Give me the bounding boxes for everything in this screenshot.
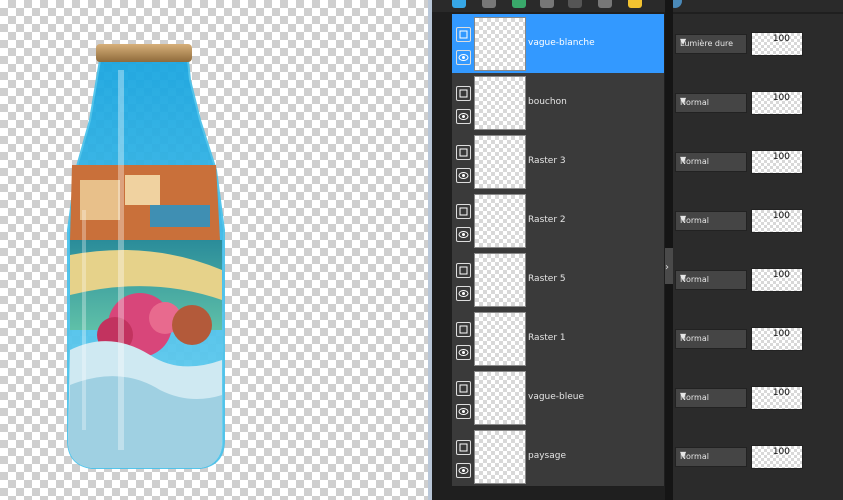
opacity-field[interactable]: 100 [751,91,803,115]
opacity-field[interactable]: 100 [751,386,803,410]
layer-props-row: Normal ▼ 100 [673,250,843,309]
layer-name[interactable]: Raster 1 [528,333,566,343]
opacity-value: 100 [772,388,790,398]
opacity-value: 100 [772,93,790,103]
chevron-down-icon: ▼ [680,37,687,46]
layer-thumbnail [474,76,526,130]
layer-row-raster-5[interactable]: Raster 5 [452,250,664,310]
opacity-field[interactable]: 100 [751,150,803,174]
chevron-down-icon: ▼ [680,332,687,341]
opacity-field[interactable]: 100 [751,209,803,233]
layer-row-raster-1[interactable]: Raster 1 [452,309,664,369]
link-icon[interactable] [598,0,612,8]
layer-lock-icon[interactable] [456,263,471,278]
layer-lock-icon[interactable] [456,27,471,42]
layer-name[interactable]: vague-blanche [528,38,595,48]
layer-list: vague-blanche bouchon Raster 3 Raster 2 … [452,14,664,500]
layer-lock-icon[interactable] [456,145,471,160]
opacity-value: 100 [772,270,790,280]
opacity-value: 100 [772,329,790,339]
layer-lock-icon[interactable] [456,204,471,219]
layer-thumbnail [474,312,526,366]
layer-name[interactable]: bouchon [528,97,567,107]
layer-props-row: Normal ▼ 100 [673,368,843,427]
opacity-value: 100 [772,152,790,162]
layer-row-vague-blanche[interactable]: vague-blanche [452,14,664,74]
layer-row-vague-bleue[interactable]: vague-bleue [452,368,664,428]
layer-name[interactable]: Raster 2 [528,215,566,225]
layer-lock-icon[interactable] [456,86,471,101]
blend-mode-dropdown[interactable]: Normal ▼ [675,388,747,408]
opacity-field[interactable]: 100 [751,268,803,292]
layer-props-row: Normal ▼ 100 [673,309,843,368]
image-canvas[interactable] [0,0,428,500]
layer-props-row: Lumière dure ▼ 100 [673,14,843,73]
layer-props-row: Normal ▼ 100 [673,132,843,191]
visibility-eye-icon[interactable] [456,463,471,478]
layer-name[interactable]: vague-bleue [528,392,584,402]
layer-row-raster-2[interactable]: Raster 2 [452,191,664,251]
layer-name[interactable]: Raster 5 [528,274,566,284]
visibility-eye-icon[interactable] [456,168,471,183]
layer-thumbnail [474,194,526,248]
blend-mode-dropdown[interactable]: Normal ▼ [675,329,747,349]
visibility-eye-icon[interactable] [456,227,471,242]
visibility-eye-icon[interactable] [456,404,471,419]
blend-mode-dropdown[interactable]: Lumière dure ▼ [675,34,747,54]
delete-icon[interactable] [568,0,582,8]
layer-row-raster-3[interactable]: Raster 3 [452,132,664,192]
visibility-eye-icon[interactable] [456,50,471,65]
blend-mode-dropdown[interactable]: Normal ▼ [675,447,747,467]
layers-toolbar [432,0,843,12]
layer-props-row: Normal ▼ 100 [673,191,843,250]
mask-icon[interactable] [512,0,526,8]
layer-lock-icon[interactable] [456,381,471,396]
visibility-eye-icon[interactable] [456,286,471,301]
layer-thumbnail [474,135,526,189]
scrollbar-thumb[interactable]: › [665,248,673,284]
blend-mode-dropdown[interactable]: Normal ▼ [675,211,747,231]
blend-mode-dropdown[interactable]: Normal ▼ [675,93,747,113]
chevron-down-icon: ▼ [680,450,687,459]
lock-icon[interactable] [628,0,642,8]
opacity-value: 100 [772,211,790,221]
layer-thumbnail [474,371,526,425]
layer-name[interactable]: Raster 3 [528,156,566,166]
chevron-down-icon: ▼ [680,96,687,105]
layer-props-row: Normal ▼ 100 [673,73,843,132]
chevron-down-icon: ▼ [680,273,687,282]
layer-row-paysage[interactable]: paysage [452,427,664,487]
chevron-down-icon: ▼ [680,155,687,164]
layer-lock-icon[interactable] [456,322,471,337]
opacity-field[interactable]: 100 [751,32,803,56]
chevron-down-icon: ▼ [680,214,687,223]
layer-row-bouchon[interactable]: bouchon [452,73,664,133]
group-icon[interactable] [540,0,554,8]
layer-thumbnail [474,17,526,71]
blend-mode-dropdown[interactable]: Normal ▼ [675,270,747,290]
layer-properties-column: Lumière dure ▼ 100 Normal ▼ 100 Normal ▼… [673,14,843,500]
chevron-right-icon: › [665,262,669,273]
visibility-eye-icon[interactable] [456,109,471,124]
layer-style-icon[interactable] [482,0,496,8]
layer-thumbnail [474,430,526,484]
visibility-eye-icon[interactable] [456,345,471,360]
opacity-field[interactable]: 100 [751,445,803,469]
layer-thumbnail [474,253,526,307]
bottle-artwork [67,44,225,469]
opacity-value: 100 [772,34,790,44]
layer-lock-icon[interactable] [456,440,471,455]
blend-mode-dropdown[interactable]: Normal ▼ [675,152,747,172]
layer-props-row: Normal ▼ 100 [673,427,843,486]
opacity-value: 100 [772,447,790,457]
opacity-field[interactable]: 100 [751,327,803,351]
chevron-down-icon: ▼ [680,391,687,400]
layers-panel: vague-blanche bouchon Raster 3 Raster 2 … [432,0,843,500]
new-layer-icon[interactable] [452,0,466,8]
layer-name[interactable]: paysage [528,451,566,461]
